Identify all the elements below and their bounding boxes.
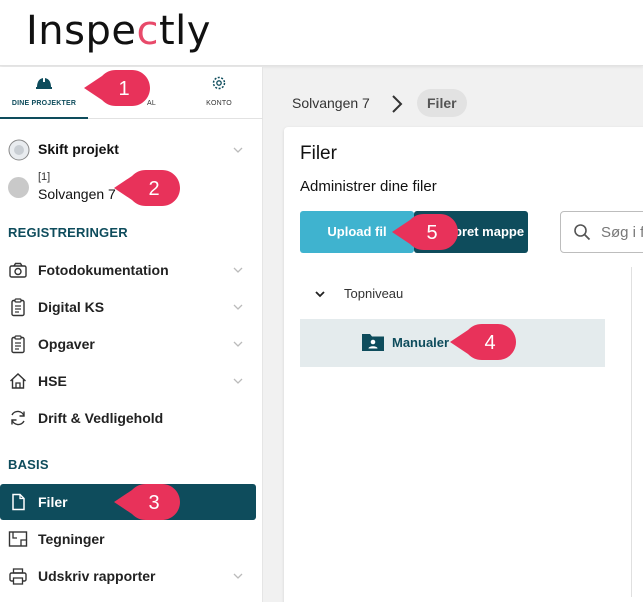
nav-label: HSE	[38, 373, 67, 389]
chevron-down-icon[interactable]	[233, 339, 243, 349]
callout-number: 4	[484, 332, 495, 354]
chevron-down-icon[interactable]	[233, 571, 243, 581]
switch-project-label: Skift projekt	[38, 141, 119, 157]
nav-label: Filer	[38, 494, 68, 510]
section-registreringer: REGISTRERINGER	[8, 225, 128, 240]
nav-digital-ks[interactable]: Digital KS	[0, 289, 263, 325]
project-avatar	[8, 177, 29, 198]
chevron-right-icon	[392, 95, 403, 113]
search-placeholder: Søg i f	[601, 224, 643, 241]
nav-drift-vedligehold[interactable]: Drift & Vedligehold	[0, 400, 263, 436]
nav-fotodokumentation[interactable]: Fotodokumentation	[0, 252, 263, 288]
top-bar: Inspectly	[0, 0, 643, 66]
search-input[interactable]: Søg i f	[560, 211, 643, 253]
switch-project[interactable]: Skift projekt	[0, 135, 263, 163]
callout-badge-1: 1	[82, 68, 152, 108]
camera-icon	[9, 262, 27, 278]
globe-icon	[8, 139, 30, 161]
printer-icon	[9, 568, 27, 585]
nav-label: Opgaver	[38, 336, 95, 352]
nav-tegninger[interactable]: Tegninger	[0, 521, 263, 557]
nav-udskriv-rapporter[interactable]: Udskriv rapporter	[0, 558, 263, 594]
callout-badge-3: 3	[112, 482, 182, 522]
callout-number: 2	[148, 178, 159, 200]
breadcrumb-current: Filer	[417, 89, 467, 117]
nav-opgaver[interactable]: Opgaver	[0, 326, 263, 362]
blueprint-icon	[8, 531, 28, 547]
page-title: Filer	[300, 143, 337, 164]
folder-label: Manualer	[392, 335, 450, 350]
tab-label: DINE PROJEKTER	[11, 100, 77, 107]
chevron-down-icon[interactable]	[233, 376, 243, 386]
nav-label: Fotodokumentation	[38, 262, 169, 278]
chevron-down-icon[interactable]	[233, 302, 243, 312]
gear-icon	[212, 76, 226, 90]
divider	[631, 267, 632, 597]
nav-label: Digital KS	[38, 299, 105, 315]
nav-hse[interactable]: HSE	[0, 363, 263, 399]
callout-badge-2: 2	[112, 168, 182, 208]
chevron-down-icon[interactable]	[233, 145, 243, 155]
hardhat-icon	[36, 77, 52, 89]
refresh-icon	[11, 410, 25, 426]
house-icon	[10, 373, 26, 389]
callout-badge-4: 4	[448, 322, 518, 362]
tab-dine-projekter[interactable]: DINE PROJEKTER	[0, 67, 88, 119]
search-icon	[574, 224, 591, 241]
project-name: Solvangen 7	[38, 186, 116, 202]
nav-label: Udskriv rapporter	[38, 568, 156, 584]
callout-number: 3	[148, 492, 159, 514]
file-icon	[12, 493, 25, 511]
chevron-down-icon[interactable]	[233, 265, 243, 275]
breadcrumb-project[interactable]: Solvangen 7	[292, 95, 370, 111]
files-card: Filer Administrer dine filer Upload fil …	[284, 127, 643, 602]
page-subtitle: Administrer dine filer	[300, 178, 437, 195]
tree-root-label: Topniveau	[344, 286, 404, 301]
chevron-down-icon[interactable]	[314, 288, 326, 300]
tree-root-topniveau[interactable]: Topniveau	[314, 285, 514, 305]
tab-label: KONTO	[206, 100, 232, 107]
nav-label: Drift & Vedligehold	[38, 410, 164, 426]
folder-user-icon	[362, 334, 384, 351]
project-number: [1]	[38, 171, 51, 183]
nav-label: Tegninger	[38, 531, 105, 547]
clipboard-icon	[11, 298, 25, 317]
inspectly-logo[interactable]: Inspectly	[26, 8, 211, 54]
tab-konto[interactable]: KONTO	[175, 67, 263, 119]
clipboard-icon	[11, 335, 25, 354]
callout-number: 1	[118, 78, 129, 100]
callout-badge-5: 5	[390, 212, 460, 252]
callout-number: 5	[426, 222, 437, 244]
section-basis: BASIS	[8, 457, 49, 472]
